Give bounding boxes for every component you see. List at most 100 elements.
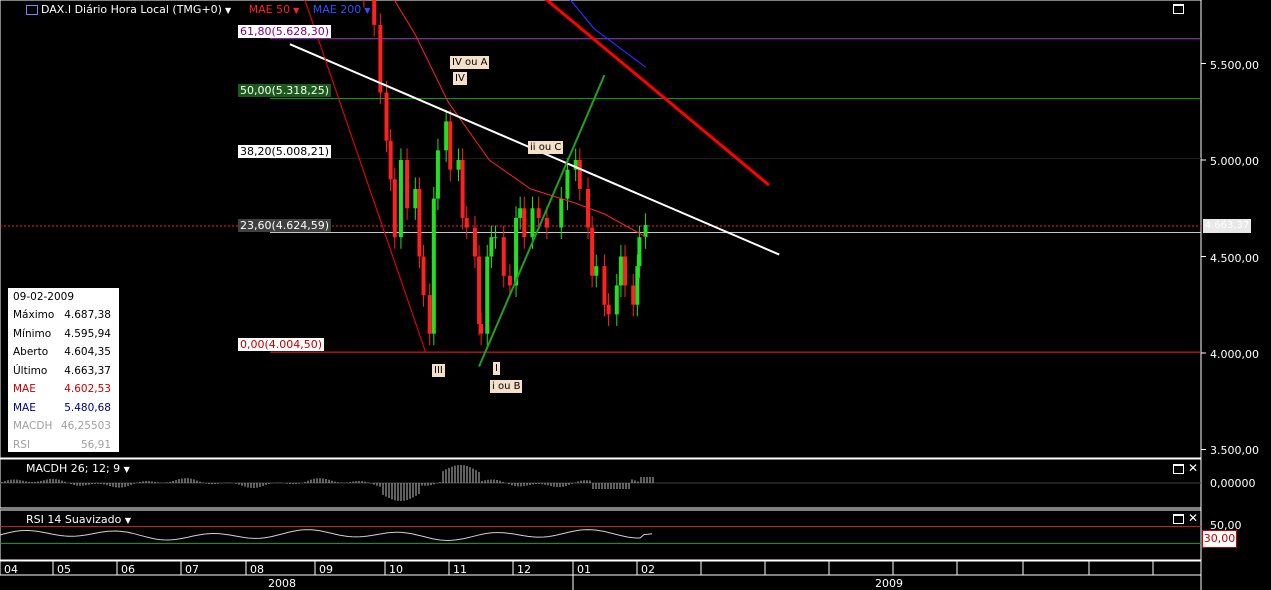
x-year-label: 2008 — [268, 577, 296, 590]
x-year-label: 2009 — [875, 577, 903, 590]
price-axis-label: 5.500,00 — [1210, 59, 1259, 72]
x-month-label: 12 — [517, 563, 531, 576]
candle-body — [594, 266, 599, 276]
candle-body — [431, 198, 436, 334]
maximize-main-icon[interactable] — [1173, 4, 1184, 14]
fib-label-500: 50,00(5.318,25) — [238, 84, 332, 97]
macd-axis-label: 0,00000 — [1210, 477, 1256, 490]
wave-label-iii: III — [432, 364, 445, 377]
candle-body — [522, 208, 527, 238]
mae50-line — [393, 0, 646, 238]
close-rsi-icon[interactable]: ✕ — [1188, 512, 1198, 524]
info-row-value: 46,25503 — [60, 420, 111, 432]
candle-body — [631, 285, 636, 305]
wave-label-i: I — [493, 362, 500, 375]
candle-body — [435, 150, 440, 199]
x-month-label: 08 — [250, 563, 264, 576]
fib-label-382: 38,20(5.008,21) — [238, 145, 332, 158]
maximize-rsi-icon[interactable] — [1173, 514, 1184, 524]
info-row-value: 4.595,94 — [64, 327, 111, 340]
symbol-dropdown-icon[interactable]: ▼ — [225, 6, 231, 15]
info-row-label: MAE — [13, 383, 36, 395]
close-macd-icon[interactable]: ✕ — [1188, 462, 1198, 474]
info-row-value: 4.687,38 — [64, 309, 111, 321]
info-row-label: Último — [13, 364, 48, 377]
info-row: Último 4.663,37 — [13, 365, 115, 380]
rsi-pane-title[interactable]: RSI 14 Suavizado ▼ — [26, 513, 131, 526]
x-month-label: 01 — [577, 563, 591, 576]
candle-body — [427, 295, 432, 334]
candle-body — [501, 237, 506, 276]
candle-body — [477, 256, 482, 325]
candle-body — [421, 256, 426, 296]
candle-body — [577, 160, 582, 189]
info-row-label: Máximo — [13, 309, 55, 321]
price-axis-label: 4.000,00 — [1210, 348, 1259, 361]
candle-body — [372, 0, 377, 25]
info-row-value: 4.663,37 — [64, 364, 111, 377]
symbol-title[interactable]: DAX.I Diário Hora Local (TMG+0) — [41, 3, 222, 16]
info-row-label: Aberto — [13, 346, 49, 358]
mae50-legend[interactable]: MAE 50 — [249, 3, 290, 16]
candle-body — [559, 198, 564, 228]
mae50-dropdown-icon[interactable]: ▼ — [293, 6, 299, 15]
x-month-label: 07 — [185, 563, 199, 576]
x-month-label: 11 — [453, 563, 467, 576]
candle-body — [472, 227, 477, 257]
rsi-line — [0, 529, 653, 542]
mae200-line — [569, 0, 646, 68]
mae200-dropdown-icon[interactable]: ▼ — [364, 6, 370, 15]
candle-body — [565, 169, 570, 199]
mae200-legend[interactable]: MAE 200 — [313, 3, 361, 16]
candle-body — [623, 256, 628, 286]
x-month-label: 10 — [389, 563, 403, 576]
fib-label-000: 0,00(4.004,50) — [238, 338, 325, 351]
candle-body — [606, 304, 611, 315]
info-row-label: RSI — [13, 438, 31, 451]
candle-body — [590, 227, 595, 276]
x-month-label: 02 — [641, 563, 655, 576]
x-month-label: 09 — [319, 563, 333, 576]
info-row: Mínimo 4.595,94 — [13, 328, 115, 343]
last-price-tag: 4.663,37 — [1203, 219, 1251, 233]
macd-pane-title[interactable]: MACDH 26; 12; 9 ▼ — [26, 462, 130, 475]
candle-body — [384, 92, 389, 141]
chart-canvas — [0, 0, 1206, 590]
wave-label-i-ou-b: i ou B — [490, 380, 523, 393]
info-row: Aberto 4.604,35 — [13, 346, 115, 361]
price-axis-label: 4.500,00 — [1210, 252, 1259, 265]
info-row-value: 56,91 — [80, 438, 111, 451]
candle-body — [417, 188, 422, 257]
chart-header: DAX.I Diário Hora Local (TMG+0) ▼ MAE 50 ▼… — [26, 3, 370, 16]
candle-body — [388, 140, 393, 180]
wave-label-iv-ou-a: IV ou A — [450, 56, 490, 69]
candle-body — [536, 208, 541, 218]
candle-body — [464, 217, 469, 228]
price-axis-label: 3.500,00 — [1210, 444, 1259, 457]
candle-body — [635, 266, 640, 305]
maximize-macd-icon[interactable] — [1173, 464, 1184, 474]
rsi-pane-frame — [0, 509, 1202, 561]
candle-body — [618, 256, 623, 286]
candle-body — [614, 285, 619, 315]
candle-body — [460, 160, 465, 218]
price-axis-label: 5.000,00 — [1210, 155, 1259, 168]
candle-body — [413, 188, 418, 209]
candle-body — [602, 266, 607, 305]
info-row: MAE 5.480,68 — [13, 402, 115, 417]
info-row-value: 4.604,35 — [64, 346, 111, 358]
rsi-dropdown-icon[interactable]: ▼ — [125, 516, 131, 525]
info-row-label: MAE — [13, 401, 36, 414]
wave-label-ii-ou-c: ii ou C — [528, 141, 564, 154]
macd-dropdown-icon[interactable]: ▼ — [124, 465, 130, 474]
candle-body — [485, 256, 490, 334]
info-row: MAE 4.602,53 — [13, 383, 115, 398]
info-row-label: MACDH — [13, 420, 53, 432]
candle-body — [530, 208, 535, 238]
candle-body — [444, 121, 449, 151]
rsi-title-text: RSI 14 Suavizado — [26, 513, 122, 526]
candle-body — [398, 160, 403, 238]
trendline-red — [544, 0, 770, 187]
info-row-value: 4.602,53 — [64, 383, 111, 395]
x-month-label: 06 — [121, 563, 135, 576]
